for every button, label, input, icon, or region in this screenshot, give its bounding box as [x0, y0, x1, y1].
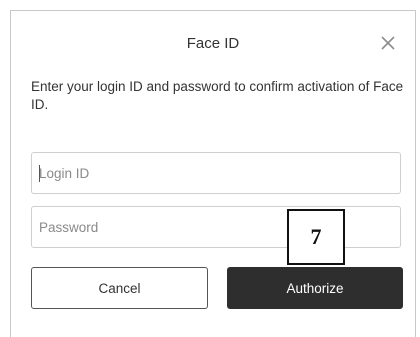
dialog-description: Enter your login ID and password to conf…: [31, 79, 404, 112]
text-caret: [39, 165, 40, 182]
close-icon: [381, 36, 395, 50]
dialog-title: Face ID: [186, 35, 240, 52]
login-id-input[interactable]: [32, 153, 400, 193]
password-field[interactable]: [31, 206, 401, 248]
step-number-callout: 7: [287, 209, 345, 265]
cancel-button[interactable]: Cancel: [31, 267, 208, 309]
login-id-field[interactable]: [31, 152, 401, 194]
close-button[interactable]: [377, 32, 399, 54]
face-id-dialog: Face ID Enter your login ID and password…: [10, 10, 416, 337]
authorize-button[interactable]: Authorize: [227, 267, 403, 309]
